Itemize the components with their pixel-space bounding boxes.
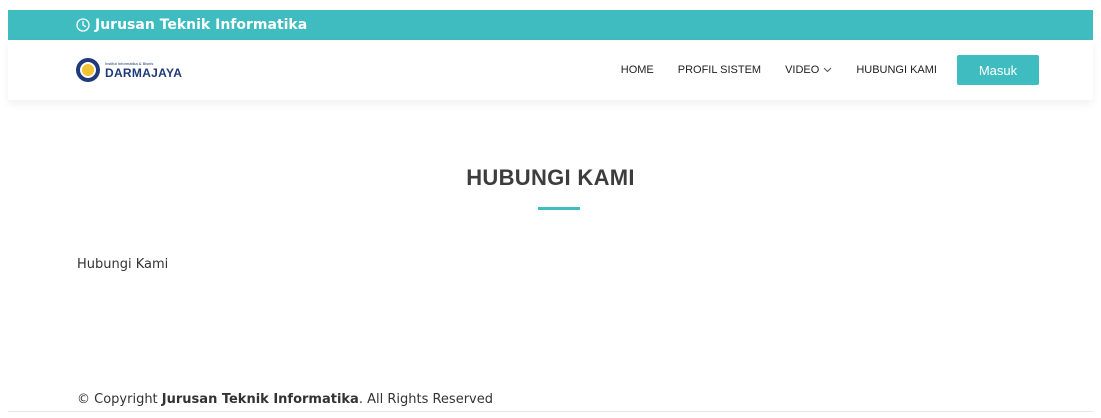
footer-copyright: © Copyright Jurusan Teknik Informatika. … bbox=[77, 392, 493, 407]
main-nav: HOME PROFIL SISTEM VIDEO HUBUNGI KAMI Ma… bbox=[621, 55, 1039, 85]
nav-item-hubungi-kami[interactable]: HUBUNGI KAMI bbox=[856, 64, 937, 76]
nav-item-video[interactable]: VIDEO bbox=[785, 64, 832, 76]
top-bar-content: Jurusan Teknik Informatika bbox=[76, 10, 307, 40]
logo-name: DARMAJAYA bbox=[105, 65, 183, 80]
nav-item-label: VIDEO bbox=[785, 64, 820, 76]
logo-emblem-icon bbox=[76, 58, 100, 82]
header: Institut Informatika & Bisnis DARMAJAYA … bbox=[8, 40, 1093, 100]
nav-item-profil-sistem[interactable]: PROFIL SISTEM bbox=[678, 64, 761, 76]
footer-org: Jurusan Teknik Informatika bbox=[161, 392, 359, 407]
logo-text: Institut Informatika & Bisnis DARMAJAYA bbox=[105, 62, 182, 79]
login-button[interactable]: Masuk bbox=[957, 55, 1039, 85]
page-title: HUBUNGI KAMI bbox=[466, 165, 635, 190]
nav-item-home[interactable]: HOME bbox=[621, 64, 654, 76]
footer-suffix: . All Rights Reserved bbox=[358, 392, 493, 407]
footer-divider bbox=[8, 411, 1093, 412]
top-bar-title: Jurusan Teknik Informatika bbox=[95, 17, 308, 33]
nav-item-label: HOME bbox=[620, 64, 654, 76]
footer-prefix: © Copyright bbox=[77, 392, 158, 407]
chevron-down-icon bbox=[823, 67, 832, 73]
logo[interactable]: Institut Informatika & Bisnis DARMAJAYA bbox=[76, 58, 182, 82]
top-bar: Jurusan Teknik Informatika bbox=[8, 10, 1093, 40]
nav-item-label: PROFIL SISTEM bbox=[677, 64, 762, 76]
clock-icon bbox=[76, 18, 90, 32]
nav-item-label: HUBUNGI KAMI bbox=[856, 64, 937, 76]
content-text: Hubungi Kami bbox=[77, 257, 169, 272]
title-underline bbox=[538, 207, 580, 210]
